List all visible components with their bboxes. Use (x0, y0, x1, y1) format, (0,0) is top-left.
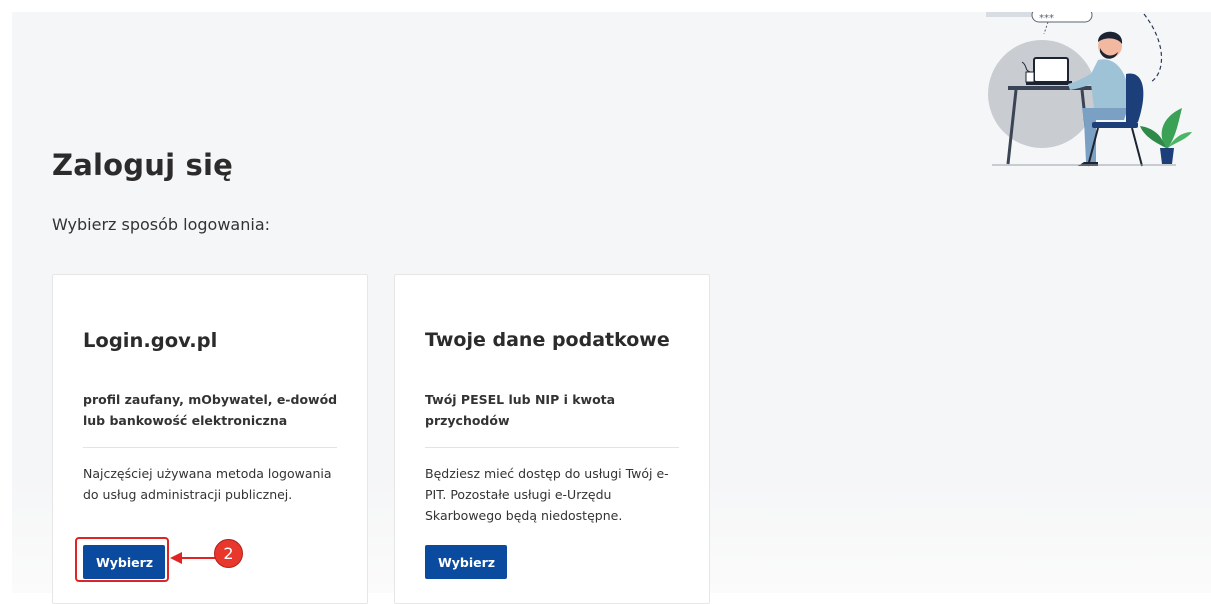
card-divider (425, 447, 679, 448)
card-divider (83, 447, 337, 448)
annotation-step-badge: 2 (214, 539, 243, 568)
card-description: profil zaufany, mObywatel, e-dowód lub b… (83, 392, 338, 428)
card-title: Login.gov.pl (83, 329, 218, 352)
page-title: Zaloguj się (52, 148, 233, 182)
card-description: Twój PESEL lub NIP i kwota przychodów (425, 392, 616, 428)
person-at-laptop-illustration: *** (986, 7, 1196, 176)
annotation-highlight-box (75, 537, 169, 582)
choose-tax-data-button[interactable]: Wybierz (425, 545, 507, 579)
tax-data-card: Twoje dane podatkowe Twój PESEL lub NIP … (394, 274, 710, 604)
card-title: Twoje dane podatkowe (425, 329, 670, 351)
login-method-prompt: Wybierz sposób logowania: (52, 215, 271, 234)
card-info: Najczęściej używana metoda logowania do … (83, 466, 332, 502)
speech-bubble-text: *** (1039, 13, 1054, 24)
card-info: Będziesz mieć dostęp do usługi Twój e-PI… (425, 466, 669, 523)
annotation-arrow-icon (170, 552, 215, 564)
